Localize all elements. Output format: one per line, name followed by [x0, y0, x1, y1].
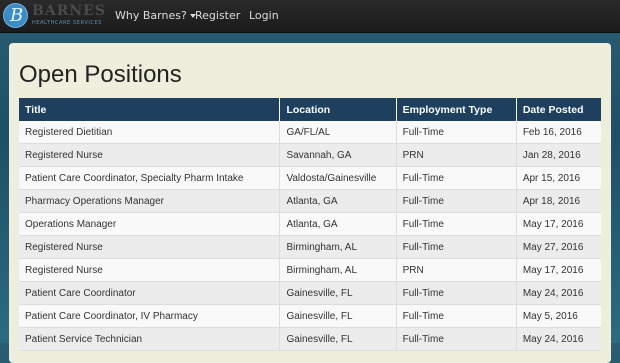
table-row[interactable]: Patient Care Coordinator Gainesville, FL F… [19, 281, 601, 305]
column-header-title[interactable]: Title [19, 98, 281, 121]
position-location: Birmingham, AL [279, 258, 397, 282]
position-employment-type: Full-Time [396, 166, 517, 190]
position-date-posted: May 24, 2016 [516, 281, 601, 305]
position-employment-type: PRN [396, 258, 517, 282]
table-row[interactable]: Registered Nurse Birmingham, AL PRN May 17,… [19, 258, 601, 282]
position-date-posted: Feb 16, 2016 [516, 121, 601, 144]
position-date-posted: May 27, 2016 [516, 235, 601, 259]
position-employment-type: Full-Time [396, 327, 517, 351]
position-title-link[interactable]: Registered Nurse [19, 235, 281, 259]
position-date-posted: May 5, 2016 [516, 304, 601, 328]
column-header-date-posted[interactable]: Date Posted [516, 98, 601, 121]
positions-table: Title Location Employment Type Date Post… [19, 98, 601, 351]
position-title-link[interactable]: Registered Dietitian [19, 121, 281, 144]
table-row[interactable]: Operations Manager Atlanta, GA Full-Time Ma… [19, 212, 601, 236]
column-header-employment-type[interactable]: Employment Type [396, 98, 517, 121]
position-date-posted: May 24, 2016 [516, 327, 601, 351]
position-date-posted: May 17, 2016 [516, 258, 601, 282]
position-title-link[interactable]: Pharmacy Operations Manager [19, 189, 281, 213]
position-title-link[interactable]: Registered Nurse [19, 143, 281, 167]
position-location: Atlanta, GA [279, 212, 397, 236]
position-employment-type: Full-Time [396, 235, 517, 259]
brand-subtitle: HEALTHCARE SERVICES [32, 20, 103, 26]
position-location: Savannah, GA [279, 143, 397, 167]
position-location: Gainesville, FL [279, 281, 397, 305]
position-location: Gainesville, FL [279, 304, 397, 328]
position-employment-type: Full-Time [396, 281, 517, 305]
table-row[interactable]: Patient Care Coordinator, IV Pharmacy Gai… [19, 304, 601, 328]
position-employment-type: Full-Time [396, 304, 517, 328]
position-employment-type: Full-Time [396, 189, 517, 213]
position-title-link[interactable]: Patient Care Coordinator, IV Pharmacy [19, 304, 281, 328]
table-row[interactable]: Patient Service Technician Gainesville, F… [19, 327, 601, 351]
column-header-location[interactable]: Location [279, 98, 397, 121]
position-date-posted: Jan 28, 2016 [516, 143, 601, 167]
brand-name: BARNES [32, 3, 106, 19]
position-employment-type: Full-Time [396, 212, 517, 236]
position-location: Valdosta/Gainesville [279, 166, 397, 190]
position-location: Gainesville, FL [279, 327, 397, 351]
nav-login[interactable]: Login [249, 0, 279, 32]
top-navbar: B BARNES HEALTHCARE SERVICES Why Barnes?… [0, 0, 620, 33]
content-panel: Open Positions Title Location Employment… [9, 43, 611, 363]
nav-why-barnes-label: Why Barnes? [115, 9, 187, 22]
logo-mark-icon: B [3, 3, 28, 28]
position-title-link[interactable]: Patient Care Coordinator [19, 281, 281, 305]
nav-why-barnes[interactable]: Why Barnes? [115, 0, 196, 32]
position-location: Atlanta, GA [279, 189, 397, 213]
table-row[interactable]: Pharmacy Operations Manager Atlanta, GA Fu… [19, 189, 601, 213]
position-location: Birmingham, AL [279, 235, 397, 259]
position-date-posted: Apr 15, 2016 [516, 166, 601, 190]
nav-register[interactable]: Register [195, 0, 240, 32]
position-location: GA/FL/AL [279, 121, 397, 144]
table-row[interactable]: Registered Nurse Birmingham, AL Full-Time M… [19, 235, 601, 259]
position-employment-type: PRN [396, 143, 517, 167]
table-row[interactable]: Registered Nurse Savannah, GA PRN Jan 28, 2… [19, 143, 601, 167]
position-date-posted: May 17, 2016 [516, 212, 601, 236]
position-title-link[interactable]: Operations Manager [19, 212, 281, 236]
position-title-link[interactable]: Patient Care Coordinator, Specialty Phar… [19, 166, 281, 190]
position-title-link[interactable]: Patient Service Technician [19, 327, 281, 351]
position-title-link[interactable]: Registered Nurse [19, 258, 281, 282]
position-date-posted: Apr 18, 2016 [516, 189, 601, 213]
position-employment-type: Full-Time [396, 121, 517, 144]
table-header-row: Title Location Employment Type Date Post… [19, 98, 601, 121]
page-title: Open Positions [19, 61, 182, 88]
table-row[interactable]: Patient Care Coordinator, Specialty Phar… [19, 166, 601, 190]
brand-logo[interactable]: B BARNES HEALTHCARE SERVICES [2, 2, 106, 30]
table-row[interactable]: Registered Dietitian GA/FL/AL Full-Time Feb… [19, 121, 601, 144]
